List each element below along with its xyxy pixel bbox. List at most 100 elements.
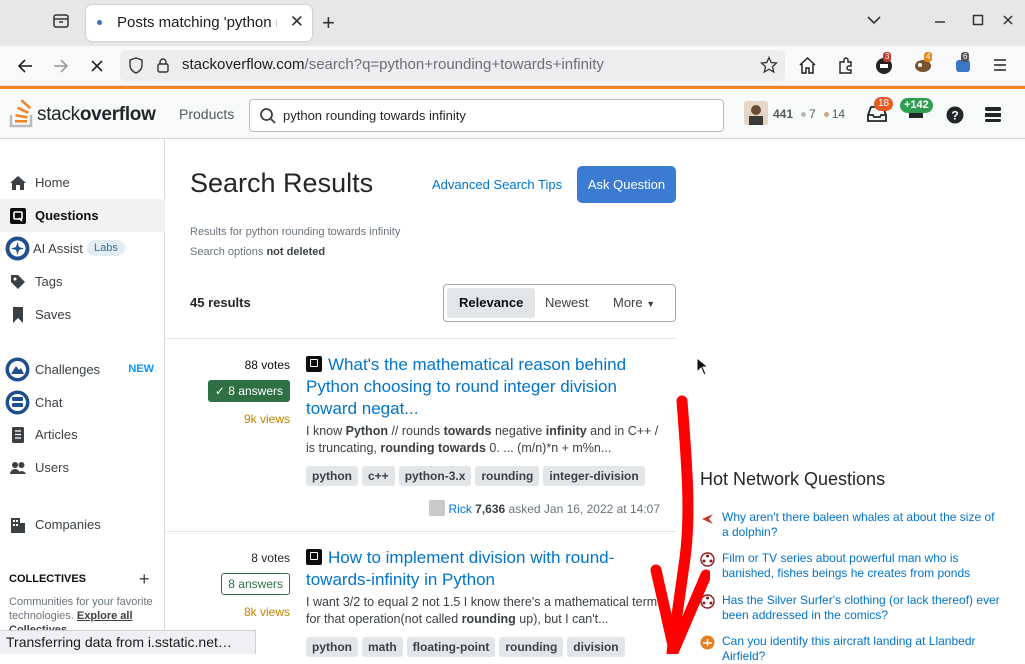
home-icon <box>9 174 27 192</box>
tracking-shield-icon[interactable] <box>128 57 144 79</box>
answer-count-badge: ✓ 8 answers <box>207 380 290 402</box>
sidebar-item-label: Companies <box>35 517 101 532</box>
silver-badge-count: 7 <box>809 107 816 121</box>
companies-icon <box>9 516 27 534</box>
forward-icon[interactable] <box>52 57 70 80</box>
sidebar-item-label: Articles <box>35 427 78 442</box>
bookmark-star-icon[interactable] <box>759 55 779 79</box>
extension-icon-2[interactable]: 4 <box>913 52 933 80</box>
sidebar-item-companies[interactable]: Companies <box>0 508 165 541</box>
add-collective-icon[interactable]: + <box>139 569 150 590</box>
sidebar-item-home[interactable]: Home <box>0 166 165 199</box>
sidebar-item-questions[interactable]: Questions <box>0 199 165 232</box>
tab-overview-icon[interactable] <box>52 12 70 35</box>
user-name-link[interactable]: Rick <box>448 502 471 516</box>
sidebar-item-users[interactable]: Users <box>0 451 165 484</box>
new-tab-icon[interactable]: + <box>322 10 335 36</box>
bronze-badge-count: 14 <box>831 107 846 121</box>
advanced-search-tips-link[interactable]: Advanced Search Tips <box>432 177 562 192</box>
browser-status-bar: Transferring data from i.sstatic.net… <box>0 630 256 654</box>
tab-more[interactable]: More ▼ <box>601 288 667 318</box>
challenges-icon <box>5 357 30 382</box>
achievements-icon[interactable]: +142 <box>900 98 933 127</box>
svg-text:?: ? <box>951 109 958 123</box>
sidebar-item-challenges[interactable]: Challenges NEW <box>0 353 165 386</box>
stop-icon[interactable] <box>88 57 106 80</box>
question-title-link[interactable]: How to implement division with round-tow… <box>306 547 651 591</box>
article-icon <box>9 426 27 444</box>
sidebar-item-chat[interactable]: Chat <box>0 386 165 419</box>
tag[interactable]: c++ <box>362 466 395 486</box>
tab-newest[interactable]: Newest <box>533 288 600 318</box>
tag[interactable]: division <box>567 637 625 657</box>
users-icon <box>9 459 27 477</box>
maximize-icon[interactable] <box>971 13 985 32</box>
tag[interactable]: integer-division <box>543 466 645 486</box>
home-icon[interactable] <box>798 56 817 80</box>
explore-collectives-link[interactable]: Explore all <box>77 610 133 622</box>
close-window-icon[interactable] <box>1001 13 1015 32</box>
tag[interactable]: floating-point <box>406 637 496 657</box>
mouse-cursor-icon <box>696 356 710 382</box>
inbox-icon[interactable]: 18 <box>866 97 894 128</box>
products-menu[interactable]: Products <box>179 106 234 122</box>
so-header: stackoverflow Products python rounding t… <box>0 89 1025 139</box>
tag-list: python c++ python-3.x rounding integer-divis… <box>306 466 649 486</box>
stackoverflow-logo-icon[interactable] <box>9 98 35 133</box>
view-count: 8k views <box>243 605 290 619</box>
collectives-heading: COLLECTIVES <box>9 573 87 585</box>
sidebar-item-tags[interactable]: Tags <box>0 265 165 298</box>
page-title: Search Results <box>190 168 374 198</box>
tag[interactable]: math <box>362 637 403 657</box>
sidebar-item-saves[interactable]: Saves <box>0 298 165 331</box>
sidebar-item-label: Home <box>35 175 70 190</box>
silver-badge-dot <box>801 112 807 117</box>
search-options-text: Search options not deleted <box>190 246 326 258</box>
sidebar-item-label: Chat <box>35 395 63 410</box>
bronze-badge-dot <box>823 112 829 117</box>
back-icon[interactable] <box>16 57 34 80</box>
extension-icon-3[interactable]: 6 <box>953 52 973 80</box>
tab-list-chevron-icon[interactable] <box>866 12 882 33</box>
question-icon <box>306 549 322 565</box>
browser-toolbar: stackoverflow.com/search?q=python+roundi… <box>0 46 1025 86</box>
tab-relevance[interactable]: Relevance <box>447 288 536 318</box>
extensions-icon[interactable] <box>836 56 855 80</box>
browser-tab-active[interactable]: Posts matching 'python rounding towards … <box>86 5 312 41</box>
chat-icon <box>5 390 30 415</box>
tag[interactable]: rounding <box>499 637 564 657</box>
sidebar-item-articles[interactable]: Articles <box>0 418 165 451</box>
tag-list: python math floating-point rounding division <box>306 637 629 657</box>
stackoverflow-logo-text[interactable]: stackoverflow <box>37 104 156 126</box>
bookmark-icon <box>9 306 27 324</box>
tag[interactable]: rounding <box>475 466 540 486</box>
tab-loading-dot <box>97 20 102 25</box>
search-query-text: python rounding towards infinity <box>283 108 466 123</box>
tag[interactable]: python-3.x <box>398 466 472 486</box>
help-icon[interactable]: ? <box>946 106 964 129</box>
menu-hamburger-icon[interactable] <box>992 57 1008 78</box>
vote-count: 8 votes <box>251 551 290 565</box>
ask-question-button[interactable]: Ask Question <box>577 166 676 203</box>
user-avatar[interactable] <box>429 500 446 516</box>
reputation-change-badge: +142 <box>900 98 933 113</box>
avatar[interactable] <box>744 101 768 125</box>
url-text: stackoverflow.com/search?q=python+roundi… <box>182 56 604 73</box>
tag[interactable]: python <box>306 637 358 657</box>
reputation-count: 441 <box>773 107 794 121</box>
ublock-extension-icon[interactable]: 3 <box>874 52 894 80</box>
sidebar-item-label: Users <box>35 460 69 475</box>
reputation-summary[interactable]: 441 7 14 <box>773 107 845 121</box>
sidebar-item-ai-assist[interactable]: AI Assist Labs <box>0 232 165 265</box>
tab-close-icon[interactable]: ✕ <box>290 12 304 32</box>
question-title-link[interactable]: What's the mathematical reason behind Py… <box>306 354 651 420</box>
site-switcher-icon[interactable] <box>984 106 1002 129</box>
address-bar[interactable]: stackoverflow.com/search?q=python+roundi… <box>120 50 785 81</box>
user-reputation: 7,636 <box>475 502 506 516</box>
search-input[interactable]: python rounding towards infinity <box>249 99 724 132</box>
asked-time: asked Jan 16, 2022 at 14:07 <box>508 502 660 516</box>
tag[interactable]: python <box>306 466 358 486</box>
questions-icon <box>9 207 27 225</box>
lock-icon[interactable] <box>156 57 170 79</box>
minimize-icon[interactable] <box>933 13 947 32</box>
